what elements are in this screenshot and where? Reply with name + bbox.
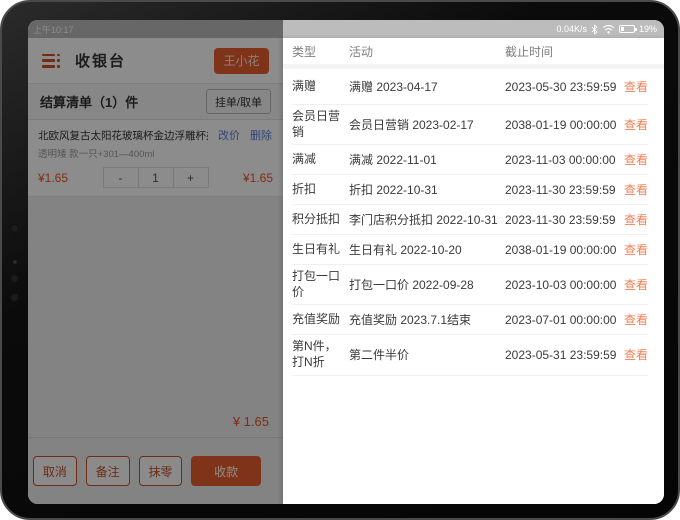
wifi-icon <box>602 24 615 34</box>
cashier-header: 收银台 王小花 <box>28 38 283 84</box>
promotion-deadline: 2023-05-30 23:59:59 <box>505 80 622 94</box>
promotion-row: 打包一口价打包一口价 2022-09-282023-10-03 00:00:00… <box>292 265 648 305</box>
promotion-activity: 生日有礼 2022-10-20 <box>349 241 505 258</box>
column-activity: 活动 <box>349 43 505 60</box>
promotion-row: 生日有礼生日有礼 2022-10-202038-01-19 00:00:00查看 <box>292 235 648 265</box>
checkout-button[interactable]: 收款 <box>191 456 261 486</box>
bezel-sensor-dot <box>13 249 17 253</box>
promotion-activity: 打包一口价 2022-09-28 <box>349 276 505 293</box>
promotion-type: 满赠 <box>292 75 349 99</box>
screen: 上午10:17 0.04K/s 19% <box>28 20 664 504</box>
cart-item: 北欧风复古太阳花玻璃杯金边浮雕杯办... 改价 删除 透明矮 款一只+301—4… <box>28 120 283 197</box>
promotion-activity: 充值奖励 2023.7.1结束 <box>349 311 505 328</box>
view-link[interactable]: 查看 <box>622 151 648 168</box>
promotion-type: 折扣 <box>292 178 349 202</box>
promotion-deadline: 2038-01-19 00:00:00 <box>505 118 622 132</box>
promotion-row: 满减满减 2022-11-012023-11-03 00:00:00查看 <box>292 145 648 175</box>
cancel-button[interactable]: 取消 <box>33 456 77 486</box>
promotions-table-header: 类型 活动 截止时间 <box>292 38 648 64</box>
column-deadline: 截止时间 <box>505 43 622 60</box>
promotion-row: 折扣折扣 2022-10-312023-11-30 23:59:59查看 <box>292 175 648 205</box>
order-total: ¥ 1.65 <box>28 414 283 438</box>
status-time: 上午10:17 <box>33 23 74 36</box>
view-link[interactable]: 查看 <box>622 211 648 228</box>
note-button[interactable]: 备注 <box>86 456 130 486</box>
promotion-row: 第N件，打N折第二件半价2023-05-31 23:59:59查看 <box>292 335 648 375</box>
promotion-activity: 折扣 2022-10-31 <box>349 181 505 198</box>
change-price-link[interactable]: 改价 <box>218 127 240 143</box>
promotion-type: 充值奖励 <box>292 308 349 332</box>
hold-retrieve-order-button[interactable]: 挂单/取单 <box>206 89 271 114</box>
battery-icon <box>619 25 635 33</box>
quantity-value: 1 <box>138 167 174 188</box>
bluetooth-icon <box>591 24 598 35</box>
promotion-type: 会员日营销 <box>292 105 349 144</box>
column-type: 类型 <box>292 43 349 60</box>
promotion-deadline: 2023-10-03 00:00:00 <box>505 278 622 292</box>
page-title: 收银台 <box>75 50 126 71</box>
bezel-camera-dot <box>10 293 19 302</box>
promotion-deadline: 2023-07-01 00:00:00 <box>505 313 622 327</box>
view-link[interactable]: 查看 <box>622 181 648 198</box>
hamburger-menu-icon[interactable] <box>42 54 61 68</box>
promotion-activity: 李门店积分抵扣 2022-10-31 <box>349 211 505 228</box>
bezel-camera-dot <box>10 224 19 233</box>
promotion-activity: 满赠 2023-04-17 <box>349 78 505 95</box>
settlement-list-header: 结算清单（1）件 挂单/取单 <box>28 84 283 120</box>
promotion-type: 满减 <box>292 148 349 172</box>
promotion-activity: 第二件半价 <box>349 346 505 363</box>
view-link[interactable]: 查看 <box>622 116 648 133</box>
round-off-button[interactable]: 抹零 <box>139 456 183 486</box>
cashier-panel: 收银台 王小花 结算清单（1）件 挂单/取单 北欧风复古太阳花玻璃杯金边浮雕杯办… <box>28 38 283 504</box>
item-subtotal: ¥1.65 <box>243 171 273 185</box>
quantity-increase-button[interactable]: + <box>173 167 209 188</box>
view-link[interactable]: 查看 <box>622 78 648 95</box>
promotion-deadline: 2023-05-31 23:59:59 <box>505 348 622 362</box>
item-unit-price: ¥1.65 <box>38 171 68 185</box>
promotion-type: 第N件，打N折 <box>292 335 349 374</box>
view-link[interactable]: 查看 <box>622 241 648 258</box>
promotion-type: 积分抵扣 <box>292 208 349 232</box>
battery-percent: 19% <box>639 24 657 34</box>
promotion-row: 充值奖励充值奖励 2023.7.1结束2023-07-01 00:00:00查看 <box>292 305 648 335</box>
settlement-list-title: 结算清单（1）件 <box>40 92 138 111</box>
bezel-sensor-dot <box>13 260 17 264</box>
promotions-panel: 类型 活动 截止时间 满赠满赠 2023-04-172023-05-30 23:… <box>283 38 664 504</box>
view-link[interactable]: 查看 <box>622 346 648 363</box>
cart-empty-area <box>28 197 283 414</box>
promotion-row: 会员日营销会员日营销 2023-02-172038-01-19 00:00:00… <box>292 105 648 145</box>
quantity-decrease-button[interactable]: - <box>103 167 139 188</box>
promotion-deadline: 2023-11-30 23:59:59 <box>505 213 622 227</box>
delete-item-link[interactable]: 删除 <box>250 127 272 143</box>
promotion-activity: 会员日营销 2023-02-17 <box>349 116 505 133</box>
promotion-deadline: 2038-01-19 00:00:00 <box>505 243 622 257</box>
promotions-table-body: 满赠满赠 2023-04-172023-05-30 23:59:59查看会员日营… <box>292 69 648 376</box>
promotion-type: 生日有礼 <box>292 238 349 262</box>
promotion-deadline: 2023-11-03 00:00:00 <box>505 153 622 167</box>
promotion-activity: 满减 2022-11-01 <box>349 151 505 168</box>
promotion-type: 打包一口价 <box>292 265 349 304</box>
quantity-stepper: - 1 + <box>103 167 209 188</box>
item-name: 北欧风复古太阳花玻璃杯金边浮雕杯办... <box>38 128 208 143</box>
view-link[interactable]: 查看 <box>622 276 648 293</box>
item-spec: 透明矮 款一只+301—400ml <box>38 146 273 160</box>
promotion-row: 积分抵扣李门店积分抵扣 2022-10-312023-11-30 23:59:5… <box>292 205 648 235</box>
tablet-device: 上午10:17 0.04K/s 19% <box>0 0 680 520</box>
cashier-action-bar: 取消 备注 抹零 收款 <box>28 438 283 504</box>
promotion-deadline: 2023-11-30 23:59:59 <box>505 183 622 197</box>
cashier-user-button[interactable]: 王小花 <box>214 48 269 74</box>
network-speed: 0.04K/s <box>556 24 587 34</box>
status-bar: 上午10:17 0.04K/s 19% <box>28 20 664 38</box>
promotion-row: 满赠满赠 2023-04-172023-05-30 23:59:59查看 <box>292 69 648 105</box>
view-link[interactable]: 查看 <box>622 311 648 328</box>
bezel-camera-dot <box>10 274 19 283</box>
